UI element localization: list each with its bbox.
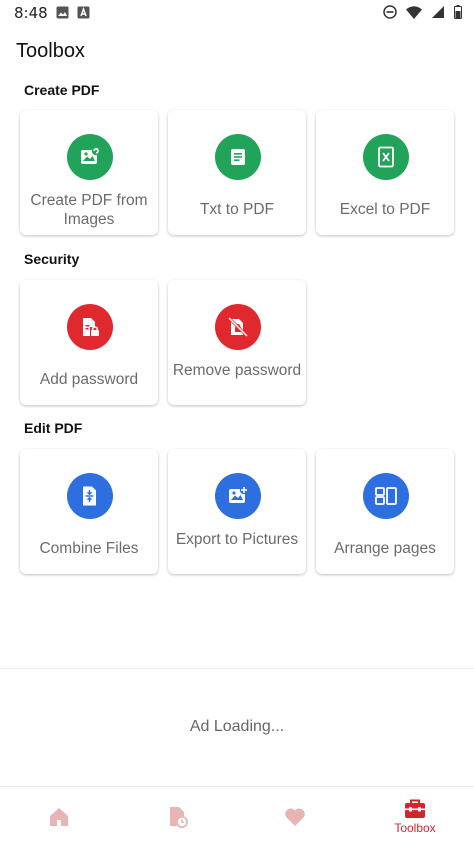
status-bar: 8:48	[0, 0, 474, 26]
image-add-icon	[67, 134, 113, 180]
signal-icon	[432, 6, 444, 18]
card-label: Excel to PDF	[339, 201, 431, 218]
combine-files-card[interactable]: Combine Files	[20, 449, 158, 574]
card-label: Export to Pictures	[175, 531, 299, 548]
font-notification-icon	[77, 6, 90, 19]
card-label: Combine Files	[39, 540, 139, 557]
heart-icon	[285, 808, 305, 826]
nav-home[interactable]	[0, 787, 118, 843]
nav-recent-files[interactable]	[118, 787, 236, 843]
arrange-pages-icon	[363, 473, 409, 519]
home-icon	[50, 808, 68, 826]
toolbox-icon	[405, 799, 425, 818]
card-label: Remove password	[172, 362, 302, 379]
merge-file-icon	[67, 473, 113, 519]
status-time: 8:48	[14, 4, 48, 22]
nav-toolbox-label: Toolbox	[394, 821, 436, 835]
nav-toolbox[interactable]: Toolbox	[356, 787, 474, 843]
section-title-security: Security	[24, 251, 80, 267]
text-file-icon	[215, 134, 261, 180]
page-title: Toolbox	[16, 40, 85, 62]
card-label: Create PDF from Images	[30, 192, 148, 228]
image-notification-icon	[56, 6, 69, 19]
arrange-pages-card[interactable]: Arrange pages	[316, 449, 454, 574]
bottom-navigation: Toolbox	[0, 786, 474, 843]
battery-icon	[454, 5, 462, 19]
lock-file-icon	[67, 304, 113, 350]
wifi-icon	[406, 5, 422, 19]
create-pdf-from-images-card[interactable]: Create PDF from Images	[20, 110, 158, 235]
add-password-card[interactable]: Add password	[20, 280, 158, 405]
card-label: Add password	[39, 371, 139, 388]
image-export-icon	[215, 473, 261, 519]
excel-file-icon	[363, 134, 409, 180]
do-not-disturb-icon	[383, 5, 397, 19]
remove-password-card[interactable]: Remove password	[168, 280, 306, 405]
card-label: Arrange pages	[334, 540, 436, 557]
unlock-icon	[215, 304, 261, 350]
excel-to-pdf-card[interactable]: Excel to PDF	[316, 110, 454, 235]
txt-to-pdf-card[interactable]: Txt to PDF	[168, 110, 306, 235]
section-title-create-pdf: Create PDF	[24, 82, 100, 98]
export-to-pictures-card[interactable]: Export to Pictures	[168, 449, 306, 574]
ad-loading-text: Ad Loading...	[189, 718, 285, 735]
card-label: Txt to PDF	[199, 201, 275, 218]
nav-favorites[interactable]	[236, 787, 354, 843]
section-title-edit-pdf: Edit PDF	[24, 420, 83, 436]
recent-files-icon	[170, 807, 188, 828]
